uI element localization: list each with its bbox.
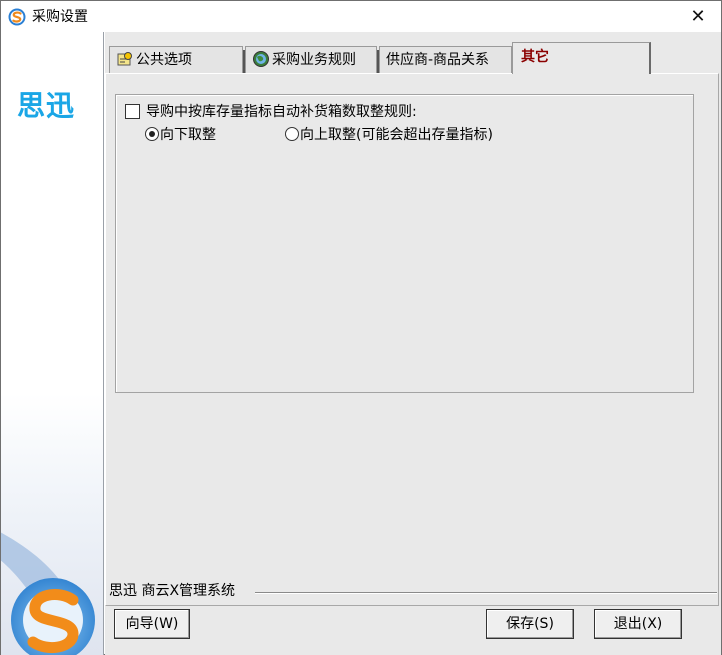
purchase-settings-window: 采购设置 ✕ 思迅 公共选项 采购业务规则 供应商-商品关系 其它 导购中按库存…: [0, 0, 722, 655]
radio-label: 向下取整: [160, 127, 216, 143]
tab-panel-other: 导购中按库存量指标自动补货箱数取整规则: 向下取整 向上取整(可能会超出存量指标…: [105, 73, 719, 606]
brand-sidebar: 思迅: [1, 32, 104, 655]
tab-label: 采购业务规则: [272, 52, 356, 68]
radio-label: 向上取整(可能会超出存量指标): [300, 127, 493, 143]
save-button[interactable]: 保存(S): [486, 609, 574, 639]
checkbox-label: 导购中按库存量指标自动补货箱数取整规则:: [146, 104, 417, 120]
radio-button[interactable]: [285, 127, 299, 141]
rounding-rule-group: 导购中按库存量指标自动补货箱数取整规则: 向下取整 向上取整(可能会超出存量指标…: [115, 94, 694, 393]
main-area: 公共选项 采购业务规则 供应商-商品关系 其它 导购中按库存量指标自动补货箱数取…: [105, 32, 721, 655]
brand-logo-text: 思迅: [17, 89, 76, 122]
close-icon: ✕: [690, 6, 706, 27]
tab-supplier-product[interactable]: 供应商-商品关系: [379, 46, 512, 74]
key-icon: [117, 52, 132, 66]
tab-bar: 公共选项 采购业务规则 供应商-商品关系 其它: [105, 42, 721, 74]
radio-round-up[interactable]: 向上取整(可能会超出存量指标): [285, 126, 493, 144]
tab-label: 公共选项: [136, 52, 192, 68]
radio-round-down[interactable]: 向下取整: [145, 126, 216, 144]
tab-label: 供应商-商品关系: [386, 52, 490, 68]
tab-purchase-rules[interactable]: 采购业务规则: [245, 46, 377, 74]
app-logo-icon: [8, 8, 26, 26]
globe-icon: [253, 51, 269, 67]
tab-label: 其它: [521, 49, 549, 65]
brand-swoosh-icon: [1, 532, 95, 655]
tab-other[interactable]: 其它: [512, 42, 651, 74]
footer-divider: [255, 592, 717, 594]
window-title: 采购设置: [32, 9, 88, 25]
exit-button[interactable]: 退出(X): [594, 609, 682, 639]
auto-replenish-rounding-checkbox[interactable]: 导购中按库存量指标自动补货箱数取整规则:: [125, 103, 417, 121]
title-bar: 采购设置 ✕: [1, 1, 721, 32]
close-button[interactable]: ✕: [675, 1, 721, 32]
product-name-label: 思迅 商云X管理系统: [109, 582, 242, 600]
checkbox-box[interactable]: [125, 104, 140, 119]
wizard-button[interactable]: 向导(W): [114, 609, 190, 639]
tab-common-options[interactable]: 公共选项: [109, 46, 243, 74]
radio-button-selected[interactable]: [145, 127, 159, 141]
